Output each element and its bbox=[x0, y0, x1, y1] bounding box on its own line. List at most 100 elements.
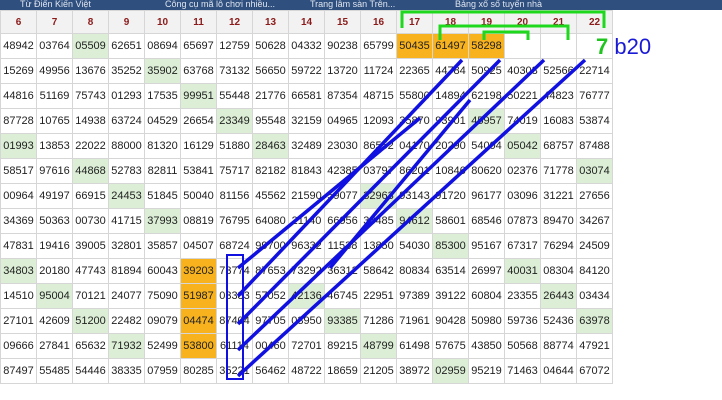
result-cell: 03383 bbox=[216, 283, 253, 309]
result-cell: 95219 bbox=[468, 358, 505, 384]
result-cell: 73292 bbox=[288, 258, 325, 284]
result-cell: 21776 bbox=[252, 83, 289, 109]
result-cell: 27841 bbox=[36, 333, 73, 359]
result-cell: 58601 bbox=[432, 208, 469, 234]
result-cell: 39122 bbox=[432, 283, 469, 309]
result-cell: 60043 bbox=[144, 258, 181, 284]
result-cell: 27656 bbox=[576, 183, 613, 209]
result-cell: 05509 bbox=[72, 33, 109, 59]
table-row: 87497 55485 54446 38335 07959 80285 35221 56462… bbox=[0, 358, 613, 384]
result-cell: 46745 bbox=[324, 283, 361, 309]
result-cell: 34369 bbox=[0, 208, 37, 234]
result-cell: 32801 bbox=[108, 233, 145, 259]
result-cell: 24509 bbox=[576, 233, 613, 259]
column-header: 14 bbox=[288, 10, 325, 34]
column-header: 15 bbox=[324, 10, 361, 34]
result-cell: 41715 bbox=[108, 208, 145, 234]
result-cell: 58298 bbox=[468, 33, 505, 59]
result-cell: 65697 bbox=[180, 33, 217, 59]
bookmark-item[interactable]: Trang lâm sàn Trên... bbox=[310, 0, 395, 9]
result-cell: 27101 bbox=[0, 308, 37, 334]
result-cell: 32489 bbox=[288, 133, 325, 159]
result-cell: 63724 bbox=[108, 108, 145, 134]
result-cell: 70121 bbox=[72, 283, 109, 309]
result-cell: 12093 bbox=[360, 108, 397, 134]
table-row: 14510 95004 70121 24077 75090 51987 03383 57052… bbox=[0, 283, 613, 309]
column-header: 22 bbox=[576, 10, 613, 34]
result-cell: 44784 bbox=[432, 58, 469, 84]
result-cell: 75717 bbox=[216, 158, 253, 184]
result-cell: 20290 bbox=[432, 133, 469, 159]
result-cell: 53841 bbox=[180, 158, 217, 184]
result-cell: 26997 bbox=[468, 258, 505, 284]
result-cell: 52499 bbox=[144, 333, 181, 359]
result-cell: 48799 bbox=[360, 333, 397, 359]
result-cell: 48722 bbox=[288, 358, 325, 384]
result-cell: 71778 bbox=[540, 158, 577, 184]
result-cell: 18659 bbox=[324, 358, 361, 384]
result-cell: 54446 bbox=[72, 358, 109, 384]
result-cell: 87488 bbox=[576, 133, 613, 159]
column-header: 13 bbox=[252, 10, 289, 34]
column-header: 21 bbox=[540, 10, 577, 34]
result-cell: 05042 bbox=[504, 133, 541, 159]
bookmark-item[interactable]: Bảng xổ số tuyến nhà bbox=[455, 0, 542, 9]
column-header: 12 bbox=[216, 10, 253, 34]
result-cell: 51880 bbox=[216, 133, 253, 159]
result-cell: 97389 bbox=[396, 283, 433, 309]
result-cell: 35252 bbox=[108, 58, 145, 84]
result-cell: 55485 bbox=[36, 358, 73, 384]
result-cell: 56650 bbox=[252, 58, 289, 84]
result-cell: 00730 bbox=[72, 208, 109, 234]
result-cell: 96332 bbox=[288, 233, 325, 259]
result-cell: 21590 bbox=[288, 183, 325, 209]
result-cell: 88774 bbox=[540, 333, 577, 359]
result-cell: 13853 bbox=[36, 133, 73, 159]
result-cell: 42136 bbox=[288, 283, 325, 309]
result-cell: 71286 bbox=[360, 308, 397, 334]
result-cell: 07873 bbox=[504, 208, 541, 234]
result-cell: 80834 bbox=[396, 258, 433, 284]
column-header: 8 bbox=[72, 10, 109, 34]
result-cell: 87354 bbox=[324, 83, 361, 109]
result-cell: 11724 bbox=[360, 58, 397, 84]
column-header: 18 bbox=[432, 10, 469, 34]
result-cell: 47743 bbox=[72, 258, 109, 284]
result-cell: 38335 bbox=[108, 358, 145, 384]
result-cell: 57052 bbox=[252, 283, 289, 309]
result-cell: 54004 bbox=[468, 133, 505, 159]
result-cell: 04644 bbox=[540, 358, 577, 384]
result-cell: 16083 bbox=[540, 108, 577, 134]
result-cell: 60804 bbox=[468, 283, 505, 309]
result-cell: 63978 bbox=[576, 308, 613, 334]
result-cell: 23030 bbox=[324, 133, 361, 159]
result-cell: 97705 bbox=[252, 308, 289, 334]
result-cell: 10765 bbox=[36, 108, 73, 134]
result-cell: 02959 bbox=[432, 358, 469, 384]
result-cell: 04529 bbox=[144, 108, 181, 134]
result-cell: 10846 bbox=[432, 158, 469, 184]
results-table-body: 48942 03764 05509 62651 08694 65697 12759 50628… bbox=[0, 33, 613, 384]
result-cell: 04332 bbox=[288, 33, 325, 59]
result-cell: 47831 bbox=[0, 233, 37, 259]
result-cell: 36312 bbox=[324, 258, 361, 284]
result-cell: 34267 bbox=[576, 208, 613, 234]
bookmark-item[interactable]: Từ Điển Kiến Việt bbox=[20, 0, 91, 9]
column-header: 17 bbox=[396, 10, 433, 34]
result-cell: 84120 bbox=[576, 258, 613, 284]
result-cell: 50363 bbox=[36, 208, 73, 234]
result-cell: 24077 bbox=[108, 283, 145, 309]
bookmark-item[interactable]: Công cụ mã lô chơi nhiều... bbox=[165, 0, 275, 9]
result-cell: 04965 bbox=[324, 108, 361, 134]
result-cell: 52436 bbox=[540, 308, 577, 334]
result-cell: 66581 bbox=[288, 83, 325, 109]
column-header: 10 bbox=[144, 10, 181, 34]
result-cell: 62198 bbox=[468, 83, 505, 109]
result-cell: 08304 bbox=[540, 258, 577, 284]
result-cell: 50435 bbox=[396, 33, 433, 59]
column-header: 19 bbox=[468, 10, 505, 34]
table-row: 27101 42609 51200 22482 09079 04474 87404 97705… bbox=[0, 308, 613, 334]
result-cell: 61497 bbox=[432, 33, 469, 59]
result-cell: 50980 bbox=[468, 308, 505, 334]
column-header: 20 bbox=[504, 10, 541, 34]
